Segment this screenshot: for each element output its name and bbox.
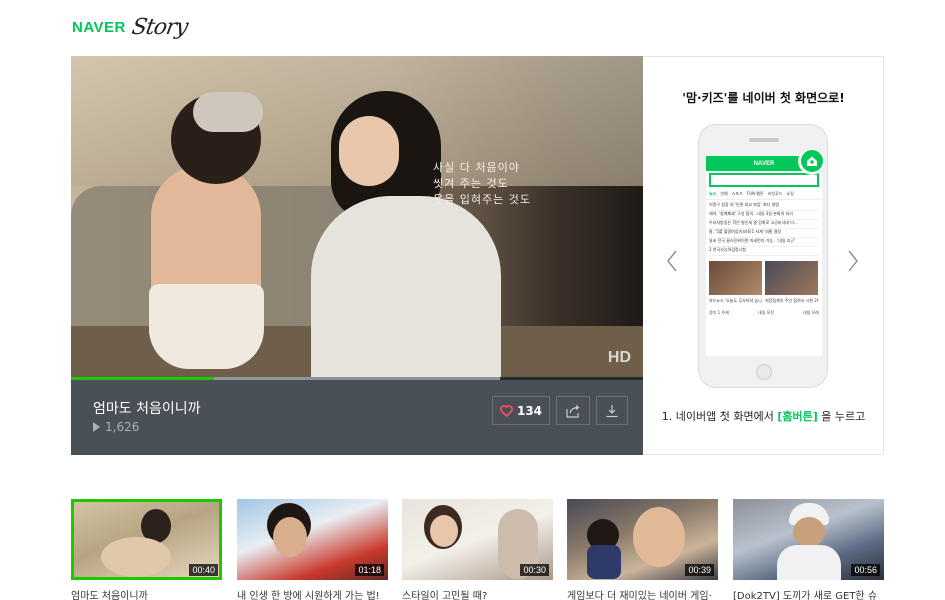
- thumbnail-duration: 01:18: [355, 564, 384, 576]
- video-subtitle-line: 사실 다 처음이야: [433, 161, 520, 174]
- video-thumbnail[interactable]: 00:56 [Dok2TV] 도끼가 새로 GET한 슈: [733, 499, 884, 600]
- chevron-left-icon: [667, 250, 677, 272]
- video-subtitle-line: 씻겨 주는 것도: [433, 177, 509, 190]
- thumb-figure: [587, 545, 621, 579]
- thumb-figure: [430, 515, 458, 547]
- view-count-value: 1,626: [105, 420, 140, 434]
- phone-screen: NAVER 뉴스 연예 스포츠 FUN·웹툰 리빙푸드 쇼핑 이명구 청장 외 …: [706, 156, 822, 356]
- video-scene-mother-face: [339, 116, 399, 186]
- thumbnail-duration: 00:30: [520, 564, 549, 576]
- naver-wordmark: NAVER: [72, 18, 126, 36]
- thumbnail-title: 내 인생 한 방에 시원하게 가는 법!: [237, 591, 380, 600]
- phone-thumb-image: [765, 261, 818, 295]
- video-scene-child-shirt: [193, 92, 263, 132]
- download-icon: [606, 404, 618, 417]
- phone-news-item: 2 한국사능력검정시험: [709, 247, 819, 256]
- video-scene-mother: [311, 196, 501, 377]
- thumb-figure: [777, 545, 841, 580]
- phone-naver-logo: NAVER: [753, 160, 775, 167]
- video-thumbnail[interactable]: 00:39 게임보다 더 재미있는 네이버 게임·: [567, 499, 718, 600]
- phone-thumb-caption: 저장집계속 주인 잡혀서 시편 20년 야수, 방점: [765, 298, 818, 303]
- phone-tab: 리빙푸드: [767, 191, 783, 196]
- phone-news-item: 우리지방일은 학년 병인세 열 강화로 고공비사대 더…: [709, 220, 819, 229]
- thumbnail-title: [Dok2TV] 도끼가 새로 GET한 슈: [733, 591, 878, 600]
- share-button[interactable]: [556, 396, 590, 425]
- thumb-figure: [101, 537, 171, 577]
- promo-step-suffix: 을 누르고: [817, 410, 866, 423]
- phone-thumb-row: [706, 258, 822, 298]
- story-script-logo: Story: [129, 14, 190, 40]
- chevron-right-icon: [848, 250, 858, 272]
- promo-prev-button[interactable]: [665, 249, 679, 273]
- phone-news-item: 날씨 전국 물러진위이면 미세먼지 기승…'내일 흐근': [709, 238, 819, 247]
- download-button[interactable]: [596, 396, 628, 425]
- thumbnail-image: 00:39: [567, 499, 718, 580]
- thumb-figure: [633, 507, 685, 567]
- phone-tab: 스포츠: [731, 191, 743, 196]
- phone-bottom-item: 정치 1 주제: [709, 310, 729, 315]
- share-icon: [566, 404, 580, 418]
- phone-news-item: 에어, '청계폐쇄' 구성 합의…내달 3일 본회의 처리: [709, 211, 819, 220]
- promo-next-button[interactable]: [846, 249, 860, 273]
- phone-bottom-item: 내일 모레: [803, 310, 819, 315]
- phone-bottom-item: 내일 모전: [757, 310, 774, 315]
- video-frame[interactable]: 사실 다 처음이야 씻겨 주는 것도 옷을 입혀주는 것도 HD: [71, 56, 643, 377]
- video-subtitle-line: 옷을 입혀주는 것도: [433, 193, 531, 206]
- video-thumbnail[interactable]: 00:30 스타일이 고민될 때?: [402, 499, 553, 600]
- phone-search-box: [709, 173, 819, 187]
- thumbnail-title: 스타일이 고민될 때?: [402, 591, 488, 600]
- video-player: 사실 다 처음이야 씻겨 주는 것도 옷을 입혀주는 것도 HD 엄마도 처음이…: [71, 56, 643, 455]
- like-button[interactable]: 134: [492, 396, 550, 425]
- naver-story-logo[interactable]: NAVER Story: [72, 12, 190, 42]
- phone-news-item: 이명구 청장 외 '민관 외교 파업' 최다 명령: [709, 202, 819, 211]
- thumbnail-duration: 00:40: [189, 564, 218, 576]
- promo-title: '맘·키즈'를 네이버 첫 화면으로!: [682, 91, 845, 105]
- phone-home-key: [756, 364, 772, 380]
- phone-tab: 연예: [720, 191, 728, 196]
- phone-news-list: 이명구 청장 외 '민관 외교 파업' 최다 명령 에어, '청계폐쇄' 구성 …: [706, 200, 822, 258]
- phone-tab: FUN·웹툰: [746, 191, 764, 196]
- promo-step-highlight: [홈버튼]: [777, 410, 818, 423]
- thumbnail-duration: 00:39: [685, 564, 714, 576]
- phone-thumb-caption: 카드뉴스 '오늘도 무사하셔 습니까?': [709, 298, 762, 303]
- home-plus-icon: [807, 156, 817, 166]
- video-scene-child-diaper: [149, 284, 264, 369]
- thumbnail-title: 게임보다 더 재미있는 네이버 게임·: [567, 591, 712, 600]
- like-count: 134: [516, 403, 543, 418]
- phone-tab-row: 뉴스 연예 스포츠 FUN·웹툰 리빙푸드 쇼핑: [706, 189, 822, 200]
- video-thumbnail[interactable]: 00:40 엄마도 처음이니까: [71, 499, 222, 600]
- play-count-icon: [93, 422, 100, 432]
- promo-step-prefix: 1. 네이버앱 첫 화면에서: [661, 410, 778, 423]
- phone-bottom-bar: 정치 1 주제 내일 모전 내일 모레: [706, 304, 822, 316]
- heart-icon: [500, 404, 513, 417]
- thumbnail-image: 00:30: [402, 499, 553, 580]
- phone-tab: 쇼핑: [786, 191, 794, 196]
- home-button-badge: [799, 148, 825, 174]
- phone-speaker: [749, 138, 779, 142]
- thumbnail-duration: 00:56: [851, 564, 880, 576]
- thumb-figure: [273, 517, 307, 557]
- view-count: 1,626: [93, 420, 139, 434]
- phone-news-item: 홍, '5를 불명여업속보(6)1 저계' 외홈 결정: [709, 229, 819, 238]
- video-info-bar: 엄마도 처음이니까 1,626 134: [71, 380, 643, 455]
- thumb-figure: [793, 517, 825, 547]
- hd-badge: HD: [607, 349, 631, 366]
- thumbnail-image: 00:56: [733, 499, 884, 580]
- phone-tab: 뉴스: [709, 191, 717, 196]
- promo-panel: '맘·키즈'를 네이버 첫 화면으로! NAVER 뉴스 연예 스포츠 FUN·…: [643, 56, 884, 455]
- video-title: 엄마도 처음이니까: [93, 401, 201, 417]
- promo-step-text: 1. 네이버앱 첫 화면에서 [홈버튼] 을 누르고: [643, 408, 884, 424]
- thumbnail-title: 엄마도 처음이니까: [71, 591, 148, 600]
- video-thumbnail[interactable]: 01:18 내 인생 한 방에 시원하게 가는 법!: [237, 499, 388, 600]
- phone-thumb-image: [709, 261, 762, 295]
- video-subtitle: 사실 다 처음이야 씻겨 주는 것도 옷을 입혀주는 것도: [433, 160, 531, 208]
- thumbnail-image: 01:18: [237, 499, 388, 580]
- phone-mockup: NAVER 뉴스 연예 스포츠 FUN·웹툰 리빙푸드 쇼핑 이명구 청장 외 …: [698, 124, 828, 388]
- thumbnail-image: 00:40: [71, 499, 222, 580]
